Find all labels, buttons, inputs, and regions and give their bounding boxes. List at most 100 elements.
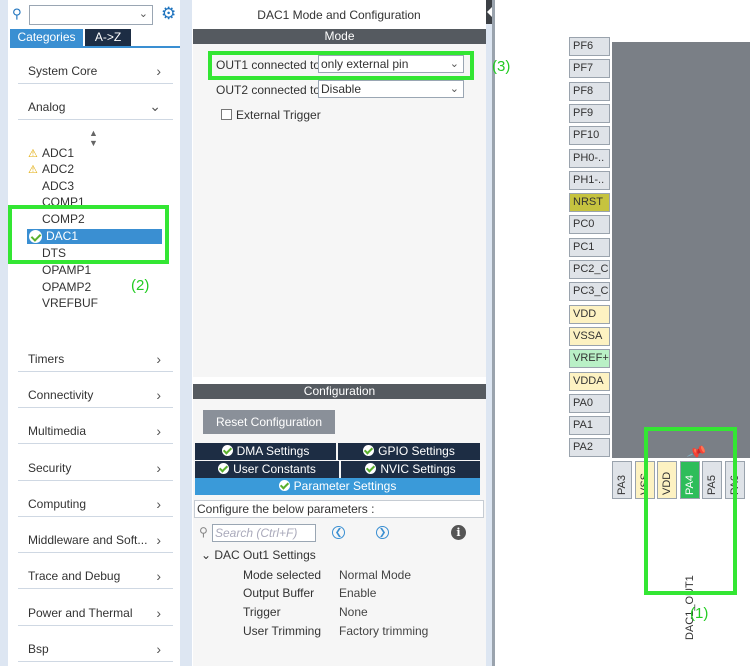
pin-vssa[interactable]: VSSA	[569, 326, 610, 346]
check-circle-icon	[218, 463, 230, 474]
category-middleware[interactable]: Middleware and Soft... ›	[18, 525, 173, 553]
search-icon[interactable]: ⚲	[12, 6, 22, 22]
out2-select[interactable]: Disable ⌄	[318, 80, 464, 98]
peripheral-vrefbuf[interactable]: VREFBUF	[28, 295, 98, 311]
annotation-box-1	[644, 427, 737, 595]
parameter-description: Configure the below parameters :	[194, 500, 484, 518]
pin-ph1-[interactable]: PH1-..	[569, 170, 610, 190]
pin-pc0[interactable]: PC0	[569, 215, 610, 235]
info-icon[interactable]: i	[451, 525, 466, 540]
peripheral-adc3[interactable]: ADC3	[28, 178, 74, 194]
pin-pf9[interactable]: PF9	[569, 103, 610, 123]
external-trigger-checkbox[interactable]	[221, 109, 232, 120]
category-timers[interactable]: Timers ›	[18, 344, 173, 372]
pin-pf8[interactable]: PF8	[569, 81, 610, 101]
category-label: Power and Thermal	[28, 606, 133, 620]
pin-vdda[interactable]: VDDA	[569, 371, 610, 391]
category-label: System Core	[28, 64, 98, 78]
param-value[interactable]: Enable	[339, 586, 376, 600]
chevron-right-icon: ›	[156, 605, 161, 621]
peripheral-adc2[interactable]: ⚠ ADC2	[28, 161, 74, 177]
tab-parameter-settings[interactable]: Parameter Settings	[195, 478, 480, 495]
category-label: Analog	[28, 100, 66, 114]
tab-gpio-settings[interactable]: GPIO Settings	[338, 443, 480, 460]
configuration-section-header: Configuration	[193, 384, 486, 399]
tab-user-constants[interactable]: User Constants	[195, 461, 339, 478]
search-icon: ⚲	[199, 525, 208, 539]
chevron-right-icon: ›	[156, 460, 161, 476]
chevron-down-icon[interactable]: ⌄	[139, 7, 148, 20]
pin-vref-[interactable]: VREF+	[569, 349, 610, 369]
tab-underline	[10, 46, 180, 48]
param-value[interactable]: Normal Mode	[339, 568, 411, 582]
peripheral-opamp1[interactable]: OPAMP1	[28, 262, 91, 278]
category-computing[interactable]: Computing ›	[18, 489, 173, 517]
category-analog[interactable]: Analog ⌄	[18, 92, 173, 120]
category-label: Computing	[28, 497, 87, 511]
pin-ph0-[interactable]: PH0-..	[569, 148, 610, 168]
chevron-right-icon: ›	[156, 63, 161, 79]
previous-result-icon[interactable]: ❮	[332, 526, 345, 539]
parameter-search-input[interactable]: Search (Ctrl+F)	[212, 524, 316, 542]
chevron-right-icon: ›	[156, 496, 161, 512]
pin-nrst[interactable]: NRST	[569, 193, 610, 213]
category-security[interactable]: Security ›	[18, 453, 173, 481]
category-multimedia[interactable]: Multimedia ›	[18, 416, 173, 444]
sort-icon[interactable]: ▲ ▼	[89, 128, 98, 148]
tab-a-to-z[interactable]: A->Z	[85, 29, 131, 46]
pin-pc1[interactable]: PC1	[569, 237, 610, 257]
category-power-thermal[interactable]: Power and Thermal ›	[18, 598, 173, 626]
external-trigger-label: External Trigger	[236, 108, 321, 122]
pin-pc3-c[interactable]: PC3_C	[569, 282, 610, 302]
param-value[interactable]: None	[339, 605, 368, 619]
category-label: Bsp	[28, 642, 49, 656]
pin-vdd[interactable]: VDD	[569, 304, 610, 324]
warning-icon: ⚠	[28, 164, 38, 176]
chevron-right-icon: ›	[156, 387, 161, 403]
pin-pa0[interactable]: PA0	[569, 393, 610, 413]
reset-configuration-button[interactable]: Reset Configuration	[203, 410, 335, 434]
param-value[interactable]: Factory trimming	[339, 624, 428, 638]
peripheral-search-input[interactable]: ⌄	[29, 5, 153, 25]
category-trace-debug[interactable]: Trace and Debug ›	[18, 561, 173, 589]
pin-pf6[interactable]: PF6	[569, 37, 610, 56]
chevron-right-icon: ›	[156, 532, 161, 548]
pin-pa2[interactable]: PA2	[569, 438, 610, 458]
annotation-box-2	[8, 205, 169, 264]
peripheral-opamp2[interactable]: OPAMP2	[28, 279, 91, 295]
gear-icon[interactable]: ⚙	[161, 4, 176, 24]
next-result-icon[interactable]: ❯	[376, 526, 389, 539]
chevron-right-icon: ›	[156, 423, 161, 439]
mode-configuration-panel: DAC1 Mode and Configuration Mode Configu…	[186, 0, 492, 666]
tab-categories[interactable]: Categories	[10, 29, 83, 46]
panel-splitter[interactable]	[492, 0, 495, 666]
category-label: Security	[28, 461, 72, 475]
param-name: User Trimming	[243, 624, 322, 638]
tab-dma-settings[interactable]: DMA Settings	[195, 443, 336, 460]
category-connectivity[interactable]: Connectivity ›	[18, 380, 173, 408]
panel-edge	[0, 0, 8, 666]
pin-pf10[interactable]: PF10	[569, 126, 610, 146]
pin-pa1[interactable]: PA1	[569, 416, 610, 436]
peripheral-adc1[interactable]: ⚠ ADC1	[28, 145, 74, 161]
annotation-label-3: (3)	[492, 58, 511, 75]
category-bsp[interactable]: Bsp ›	[18, 634, 173, 662]
category-system-core[interactable]: System Core ›	[18, 56, 173, 84]
pin-pc2-c[interactable]: PC2_C	[569, 260, 610, 279]
category-label: Trace and Debug	[28, 569, 121, 583]
peripheral-search-row: ⚲ ⌄ ⚙	[10, 4, 182, 26]
annotation-box-3	[208, 51, 474, 80]
category-label: Middleware and Soft...	[28, 533, 148, 547]
dac-out1-settings-group[interactable]: ⌄ DAC Out1 Settings	[201, 548, 316, 562]
category-label: Timers	[28, 352, 65, 366]
param-name: Mode selected	[243, 568, 322, 582]
tab-nvic-settings[interactable]: NVIC Settings	[341, 461, 480, 478]
pin-pf7[interactable]: PF7	[569, 59, 610, 79]
annotation-label-1: (1)	[690, 605, 709, 622]
pin-label: PA3	[616, 475, 628, 495]
chevron-right-icon: ›	[156, 351, 161, 367]
category-label: Multimedia	[28, 424, 87, 438]
pin-pa3[interactable]: PA3	[612, 461, 632, 499]
chevron-right-icon: ›	[156, 568, 161, 584]
out2-label: OUT2 connected to	[216, 83, 321, 97]
